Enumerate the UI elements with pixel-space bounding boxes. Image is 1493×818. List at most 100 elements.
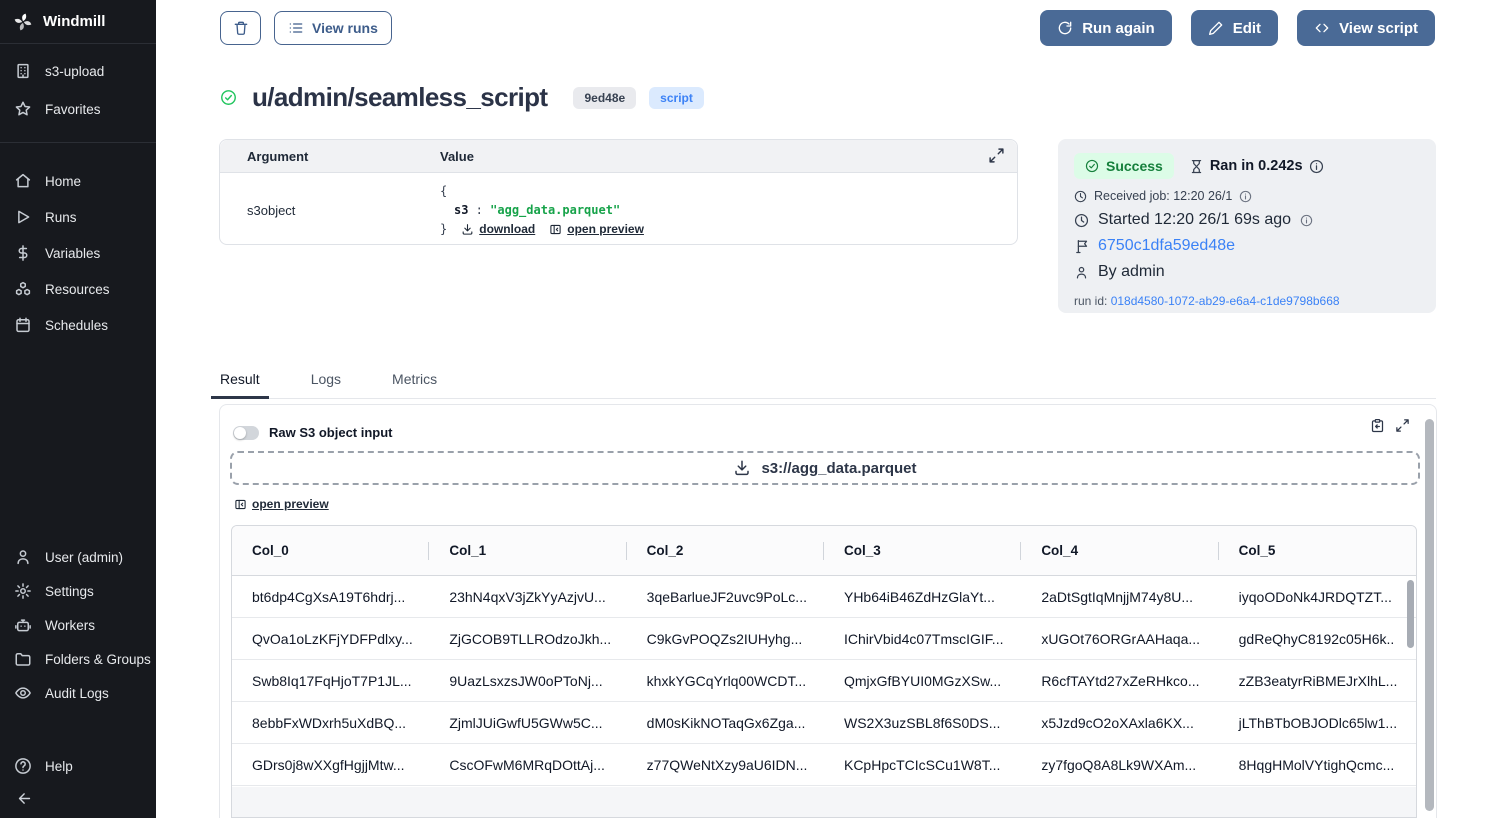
status-row-main: Success Ran in 0.242s [1074, 153, 1420, 179]
table-cell: gdReQhyC8192c05H6k.. [1219, 618, 1416, 659]
calendar-icon [14, 316, 32, 334]
info-icon[interactable] [1309, 159, 1324, 174]
sidebar-item-variables[interactable]: Variables [0, 235, 156, 271]
sidebar-workspace-group: s3-upload Favorites [0, 44, 156, 143]
sidebar-item-label: Help [45, 759, 73, 774]
sidebar-item-label: Favorites [45, 102, 101, 117]
run-id-row: run id: 018d4580-1072-ab29-e6a4-c1de9798… [1074, 294, 1420, 308]
json-line: s3 : "agg_data.parquet" [440, 201, 644, 220]
brand-label: Windmill [43, 13, 105, 30]
table-column-header: Col_4 [1021, 526, 1218, 575]
json-close-line: } download open preview [440, 220, 644, 239]
view-runs-button[interactable]: View runs [274, 11, 392, 45]
table-column-header: Col_3 [824, 526, 1021, 575]
sidebar-admin-group: User (admin)Settings Workers Folders & Gro… [0, 540, 156, 710]
folder-icon [14, 650, 32, 668]
table-cell: ZjGCOB9TLLROdzoJkh... [429, 618, 626, 659]
table-cell: jLThBTbOBJODlc65lw1... [1219, 702, 1416, 743]
run-id-link[interactable]: 018d4580-1072-ab29-e6a4-c1de9798b668 [1111, 294, 1340, 308]
table-row: 8ebbFxWDxrh5uXdBQ...ZjmlJUiGwfU5GWw5C...… [232, 702, 1416, 744]
bot-icon [14, 616, 32, 634]
sidebar-item-label: Resources [45, 282, 110, 297]
tab-logs[interactable]: Logs [302, 364, 350, 399]
table-column-header: Col_0 [232, 526, 429, 575]
sidebar-item-user-admin[interactable]: User (admin) [0, 540, 156, 574]
received-job-row: Received job: 12:20 26/1 [1074, 189, 1420, 203]
worker-id-link[interactable]: 6750c1dfa59ed48e [1098, 237, 1235, 255]
table-row: bt6dp4CgXsA19T6hdrj...23hN4qxV3jZkYyAzjv… [232, 576, 1416, 618]
download-link[interactable]: download [461, 220, 535, 239]
script-hash-badge: 9ed48e [573, 87, 636, 109]
gear-icon [14, 582, 32, 600]
download-icon [733, 459, 751, 477]
pencil-icon [1208, 20, 1224, 36]
table-footer-area [232, 787, 1416, 817]
table-cell: khxkYGCqYrlq00WCDT... [627, 660, 824, 701]
sidebar-item-s3-upload[interactable]: s3-upload [0, 52, 156, 90]
sidebar-nav-group: Home RunsVariables Resources Schedules [0, 143, 156, 357]
table-cell: dM0sKikNOTaqGx6Zga... [627, 702, 824, 743]
sidebar-item-help[interactable]: Help [0, 749, 156, 783]
table-scrollbar-thumb[interactable] [1407, 580, 1414, 648]
raw-s3-toggle-row: Raw S3 object input [233, 425, 393, 440]
sidebar-item-home[interactable]: Home [0, 163, 156, 199]
delete-run-button[interactable] [220, 11, 261, 45]
person-icon [1074, 265, 1089, 280]
argument-column-header: Argument [220, 149, 440, 164]
table-cell: z77QWeNtXzy9aU6IDN... [627, 744, 824, 785]
collapse-sidebar-button[interactable] [12, 786, 36, 810]
help-icon [14, 757, 32, 775]
argument-row: s3object { s3 : "agg_data.parquet" } dow… [220, 173, 1017, 239]
eye-icon [14, 684, 32, 702]
sidebar-item-label: s3-upload [45, 64, 104, 79]
view-script-button[interactable]: View script [1297, 10, 1435, 46]
result-panel-scrollbar-thumb[interactable] [1425, 419, 1434, 811]
sidebar-item-label: Home [45, 174, 81, 189]
trash-icon [233, 20, 249, 36]
brand[interactable]: Windmill [0, 0, 156, 44]
result-data-table: Col_0Col_1Col_2Col_3Col_4Col_5 bt6dp4CgX… [231, 525, 1417, 818]
raw-s3-toggle[interactable] [233, 426, 259, 440]
json-open-brace: { [440, 182, 644, 201]
sidebar-item-folders-groups[interactable]: Folders & Groups [0, 642, 156, 676]
sidebar-item-runs[interactable]: Runs [0, 199, 156, 235]
info-icon[interactable] [1239, 190, 1252, 203]
status-badge: Success [1074, 153, 1174, 179]
table-cell: R6cfTAYtd27xZeRHkco... [1021, 660, 1218, 701]
sidebar-item-audit-logs[interactable]: Audit Logs [0, 676, 156, 710]
table-cell: WS2X3uzSBL8f6S0DS... [824, 702, 1021, 743]
info-icon[interactable] [1300, 214, 1313, 227]
dollar-icon [14, 244, 32, 262]
sidebar-item-label: Workers [45, 618, 95, 633]
success-check-icon [220, 89, 237, 106]
argument-value-json: { s3 : "agg_data.parquet" } download ope… [440, 182, 644, 239]
clipboard-copy-icon[interactable] [1370, 418, 1385, 433]
arguments-card: Argument Value s3object { s3 : "agg_data… [219, 139, 1018, 245]
building-icon [14, 62, 32, 80]
expand-arguments-icon[interactable] [988, 147, 1005, 164]
arguments-header: Argument Value [220, 140, 1017, 173]
table-cell: bt6dp4CgXsA19T6hdrj... [232, 576, 429, 617]
table-cell: 8HqgHMolVYtighQcmc... [1219, 744, 1416, 785]
sidebar-item-label: Schedules [45, 318, 108, 333]
sidebar-item-schedules[interactable]: Schedules [0, 307, 156, 343]
run-status-card: Success Ran in 0.242s Received job: 12:2… [1058, 139, 1436, 313]
sidebar-item-settings[interactable]: Settings [0, 574, 156, 608]
table-cell: YHb64iB46ZdHzGlaYt... [824, 576, 1021, 617]
run-again-button[interactable]: Run again [1040, 10, 1172, 46]
tab-metrics[interactable]: Metrics [383, 364, 446, 399]
sidebar-item-resources[interactable]: Resources [0, 271, 156, 307]
table-cell: C9kGvPOQZs2IUHyhg... [627, 618, 824, 659]
open-preview-link[interactable]: open preview [549, 220, 644, 239]
sidebar-item-workers[interactable]: Workers [0, 608, 156, 642]
run-again-label: Run again [1082, 20, 1155, 37]
table-cell: 3qeBarlueJF2uvc9PoLc... [627, 576, 824, 617]
s3-download-box[interactable]: s3://agg_data.parquet [230, 451, 1420, 485]
result-open-preview-link[interactable]: open preview [234, 497, 329, 511]
tab-result[interactable]: Result [211, 364, 269, 399]
sidebar-item-favorites[interactable]: Favorites [0, 90, 156, 128]
star-icon [14, 100, 32, 118]
clock-icon [1074, 213, 1089, 228]
edit-button[interactable]: Edit [1191, 10, 1278, 46]
expand-result-icon[interactable] [1395, 418, 1410, 433]
